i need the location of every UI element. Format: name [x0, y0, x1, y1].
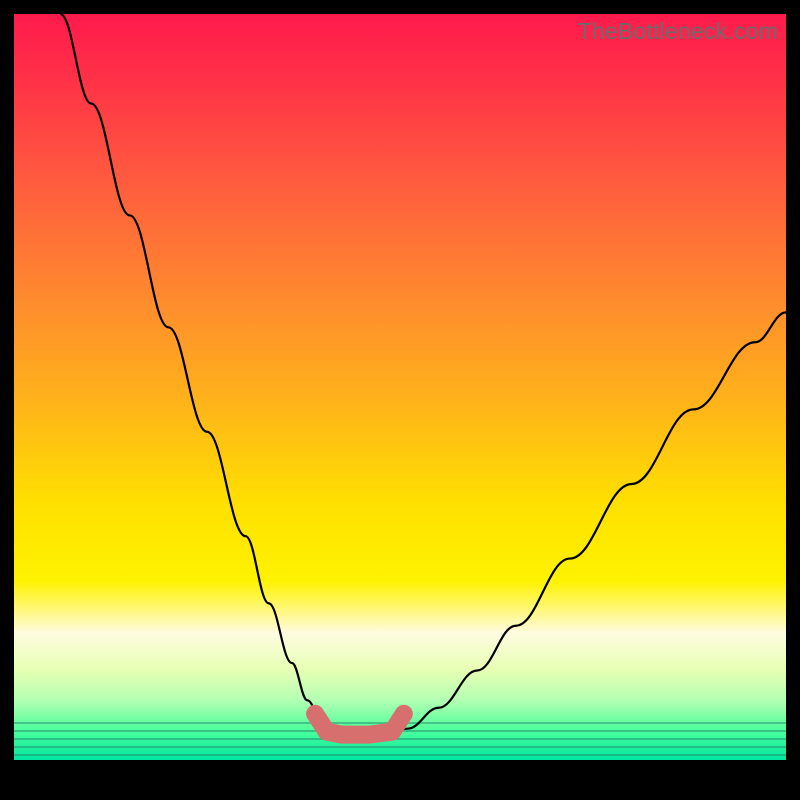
- chart-frame: TheBottleneck.com: [14, 14, 786, 786]
- stripe: [14, 738, 786, 740]
- stripe: [14, 754, 786, 756]
- stripe: [14, 730, 786, 732]
- stripe: [14, 722, 786, 724]
- stripe: [14, 746, 786, 748]
- plot-area: TheBottleneck.com: [14, 14, 786, 786]
- background-gradient: [14, 14, 786, 760]
